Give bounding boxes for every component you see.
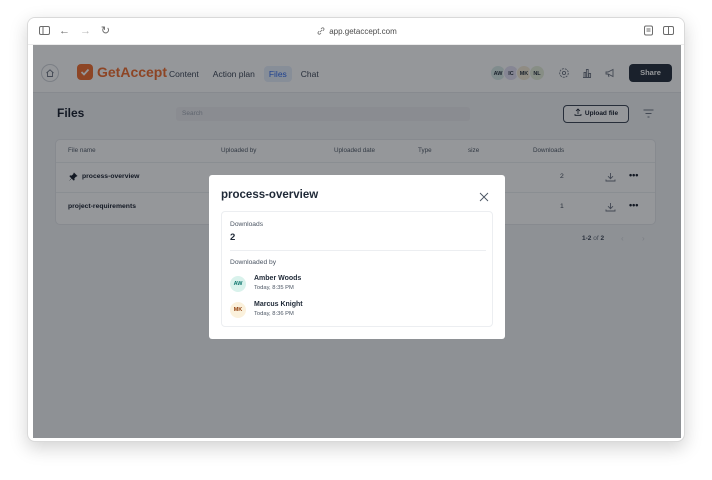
- avatar: AW: [230, 276, 246, 292]
- download-time: Today, 8:36 PM: [254, 311, 294, 317]
- downloader-item: AW Amber Woods Today, 8:35 PM: [230, 274, 430, 294]
- modal-title: process-overview: [221, 189, 319, 201]
- downloads-panel: Downloads 2 Downloaded by AW Amber Woods…: [221, 211, 493, 327]
- download-time: Today, 8:35 PM: [254, 285, 294, 291]
- downloaded-by-label: Downloaded by: [230, 259, 277, 266]
- downloader-name: Marcus Knight: [254, 301, 303, 308]
- downloader-name: Amber Woods: [254, 275, 302, 282]
- app-content: GetAccept Content Action plan Files Chat…: [33, 45, 681, 438]
- downloads-label: Downloads: [230, 221, 264, 228]
- divider: [230, 250, 486, 251]
- downloads-count: 2: [230, 232, 236, 243]
- split-view-icon[interactable]: [662, 25, 675, 38]
- downloads-modal: process-overview Downloads 2 Downloaded …: [209, 175, 505, 339]
- downloader-item: MK Marcus Knight Today, 8:36 PM: [230, 300, 430, 320]
- avatar: MK: [230, 302, 246, 318]
- browser-toolbar: ← → ↻ app.getaccept.com: [28, 18, 684, 45]
- address-bar[interactable]: app.getaccept.com: [28, 25, 684, 38]
- browser-window: ← → ↻ app.getaccept.com GetAccept Conten…: [27, 17, 685, 442]
- close-icon[interactable]: [479, 192, 489, 202]
- link-icon: [317, 27, 325, 35]
- reader-icon[interactable]: [642, 25, 655, 38]
- url-text: app.getaccept.com: [329, 27, 397, 36]
